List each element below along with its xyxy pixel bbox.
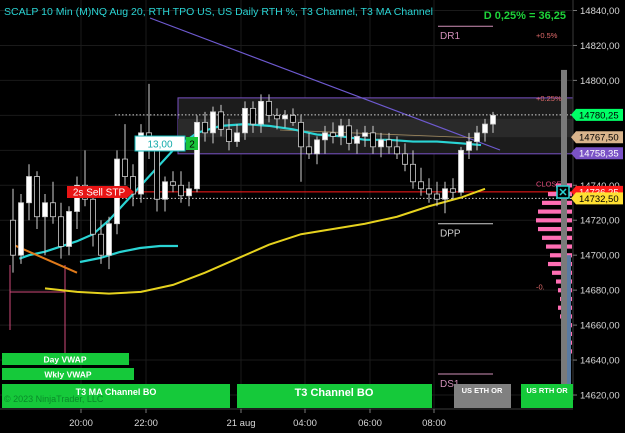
- wkly-vwap-button[interactable]: Wkly VWAP: [2, 368, 134, 380]
- candle: [458, 146, 464, 196]
- price-chart[interactable]: DR1DPPDS1 +0.5%+0.25%CLOSE-0. 13,00 2 2s…: [0, 0, 625, 433]
- svg-text:14767,50: 14767,50: [579, 133, 619, 144]
- order-count: 2: [189, 140, 195, 151]
- sell-stop-tag[interactable]: 2s Sell STP: [67, 186, 134, 199]
- sell-stop-label: 2s Sell STP: [73, 188, 126, 199]
- y-tick-label: 14620,00: [580, 391, 620, 402]
- tpo-bar: [542, 200, 572, 205]
- us-eth-or-button[interactable]: US ETH OR: [454, 384, 511, 408]
- svg-text:US ETH OR: US ETH OR: [462, 386, 503, 395]
- y-tick-label: 14640,00: [580, 356, 620, 367]
- tpo-bar: [542, 235, 572, 240]
- day-vwap-button[interactable]: Day VWAP: [2, 353, 129, 365]
- chart-title: SCALP 10 Min (M)NQ Aug 20, RTH TPO US, U…: [4, 6, 433, 18]
- pivot-level-label: DPP: [440, 229, 461, 240]
- svg-text:14732,50: 14732,50: [579, 194, 619, 205]
- daily-change-readout: D 0,25% = 36,25: [484, 10, 566, 22]
- price-badge: 14780,25: [571, 108, 623, 121]
- y-tick-label: 14720,00: [580, 216, 620, 227]
- svg-text:Wkly VWAP: Wkly VWAP: [44, 370, 92, 380]
- order-box[interactable]: 13,00 2: [134, 135, 198, 152]
- svg-text:14780,25: 14780,25: [579, 110, 619, 121]
- candle: [18, 194, 24, 264]
- y-tick-label: 14800,00: [580, 76, 620, 87]
- us-rth-or-button[interactable]: US RTH OR: [521, 384, 573, 408]
- svg-text:T3 Channel BO: T3 Channel BO: [295, 387, 374, 399]
- x-tick-label: 22:00: [134, 418, 158, 429]
- order-qty: 13,00: [147, 140, 172, 151]
- copyright-watermark: © 2023 NinjaTrader, LLC: [4, 394, 104, 404]
- y-tick-label: 14820,00: [580, 41, 620, 52]
- svg-text:Day VWAP: Day VWAP: [44, 355, 87, 365]
- x-tick-label: 04:00: [293, 418, 317, 429]
- candle: [194, 115, 200, 193]
- x-tick-label: 08:00: [422, 418, 446, 429]
- price-badge: 14758,35: [571, 147, 623, 160]
- price-badge: 14767,50: [571, 131, 623, 144]
- percent-label: +0.25%: [536, 94, 562, 103]
- tpo-range-bar: [567, 255, 571, 399]
- percent-label: +0.5%: [536, 31, 558, 40]
- svg-text:14758,35: 14758,35: [579, 149, 619, 160]
- tpo-range-bar: [561, 69, 567, 396]
- y-tick-label: 14840,00: [580, 6, 620, 17]
- tpo-bar: [546, 244, 572, 249]
- y-tick-label: 14700,00: [580, 251, 620, 262]
- t3-channel-bo-button[interactable]: T3 Channel BO: [237, 384, 432, 408]
- y-tick-label: 14660,00: [580, 321, 620, 332]
- price-badge: 14732,50: [571, 192, 623, 205]
- x-tick-label: 06:00: [358, 418, 382, 429]
- x-tick-label: 20:00: [69, 418, 93, 429]
- close-position-icon[interactable]: [556, 185, 570, 199]
- y-tick-label: 14680,00: [580, 286, 620, 297]
- svg-text:US RTH OR: US RTH OR: [526, 386, 568, 395]
- pivot-level-label: DR1: [440, 31, 460, 42]
- percent-label: -0.: [536, 283, 545, 292]
- x-tick-label: 21 aug: [226, 418, 255, 429]
